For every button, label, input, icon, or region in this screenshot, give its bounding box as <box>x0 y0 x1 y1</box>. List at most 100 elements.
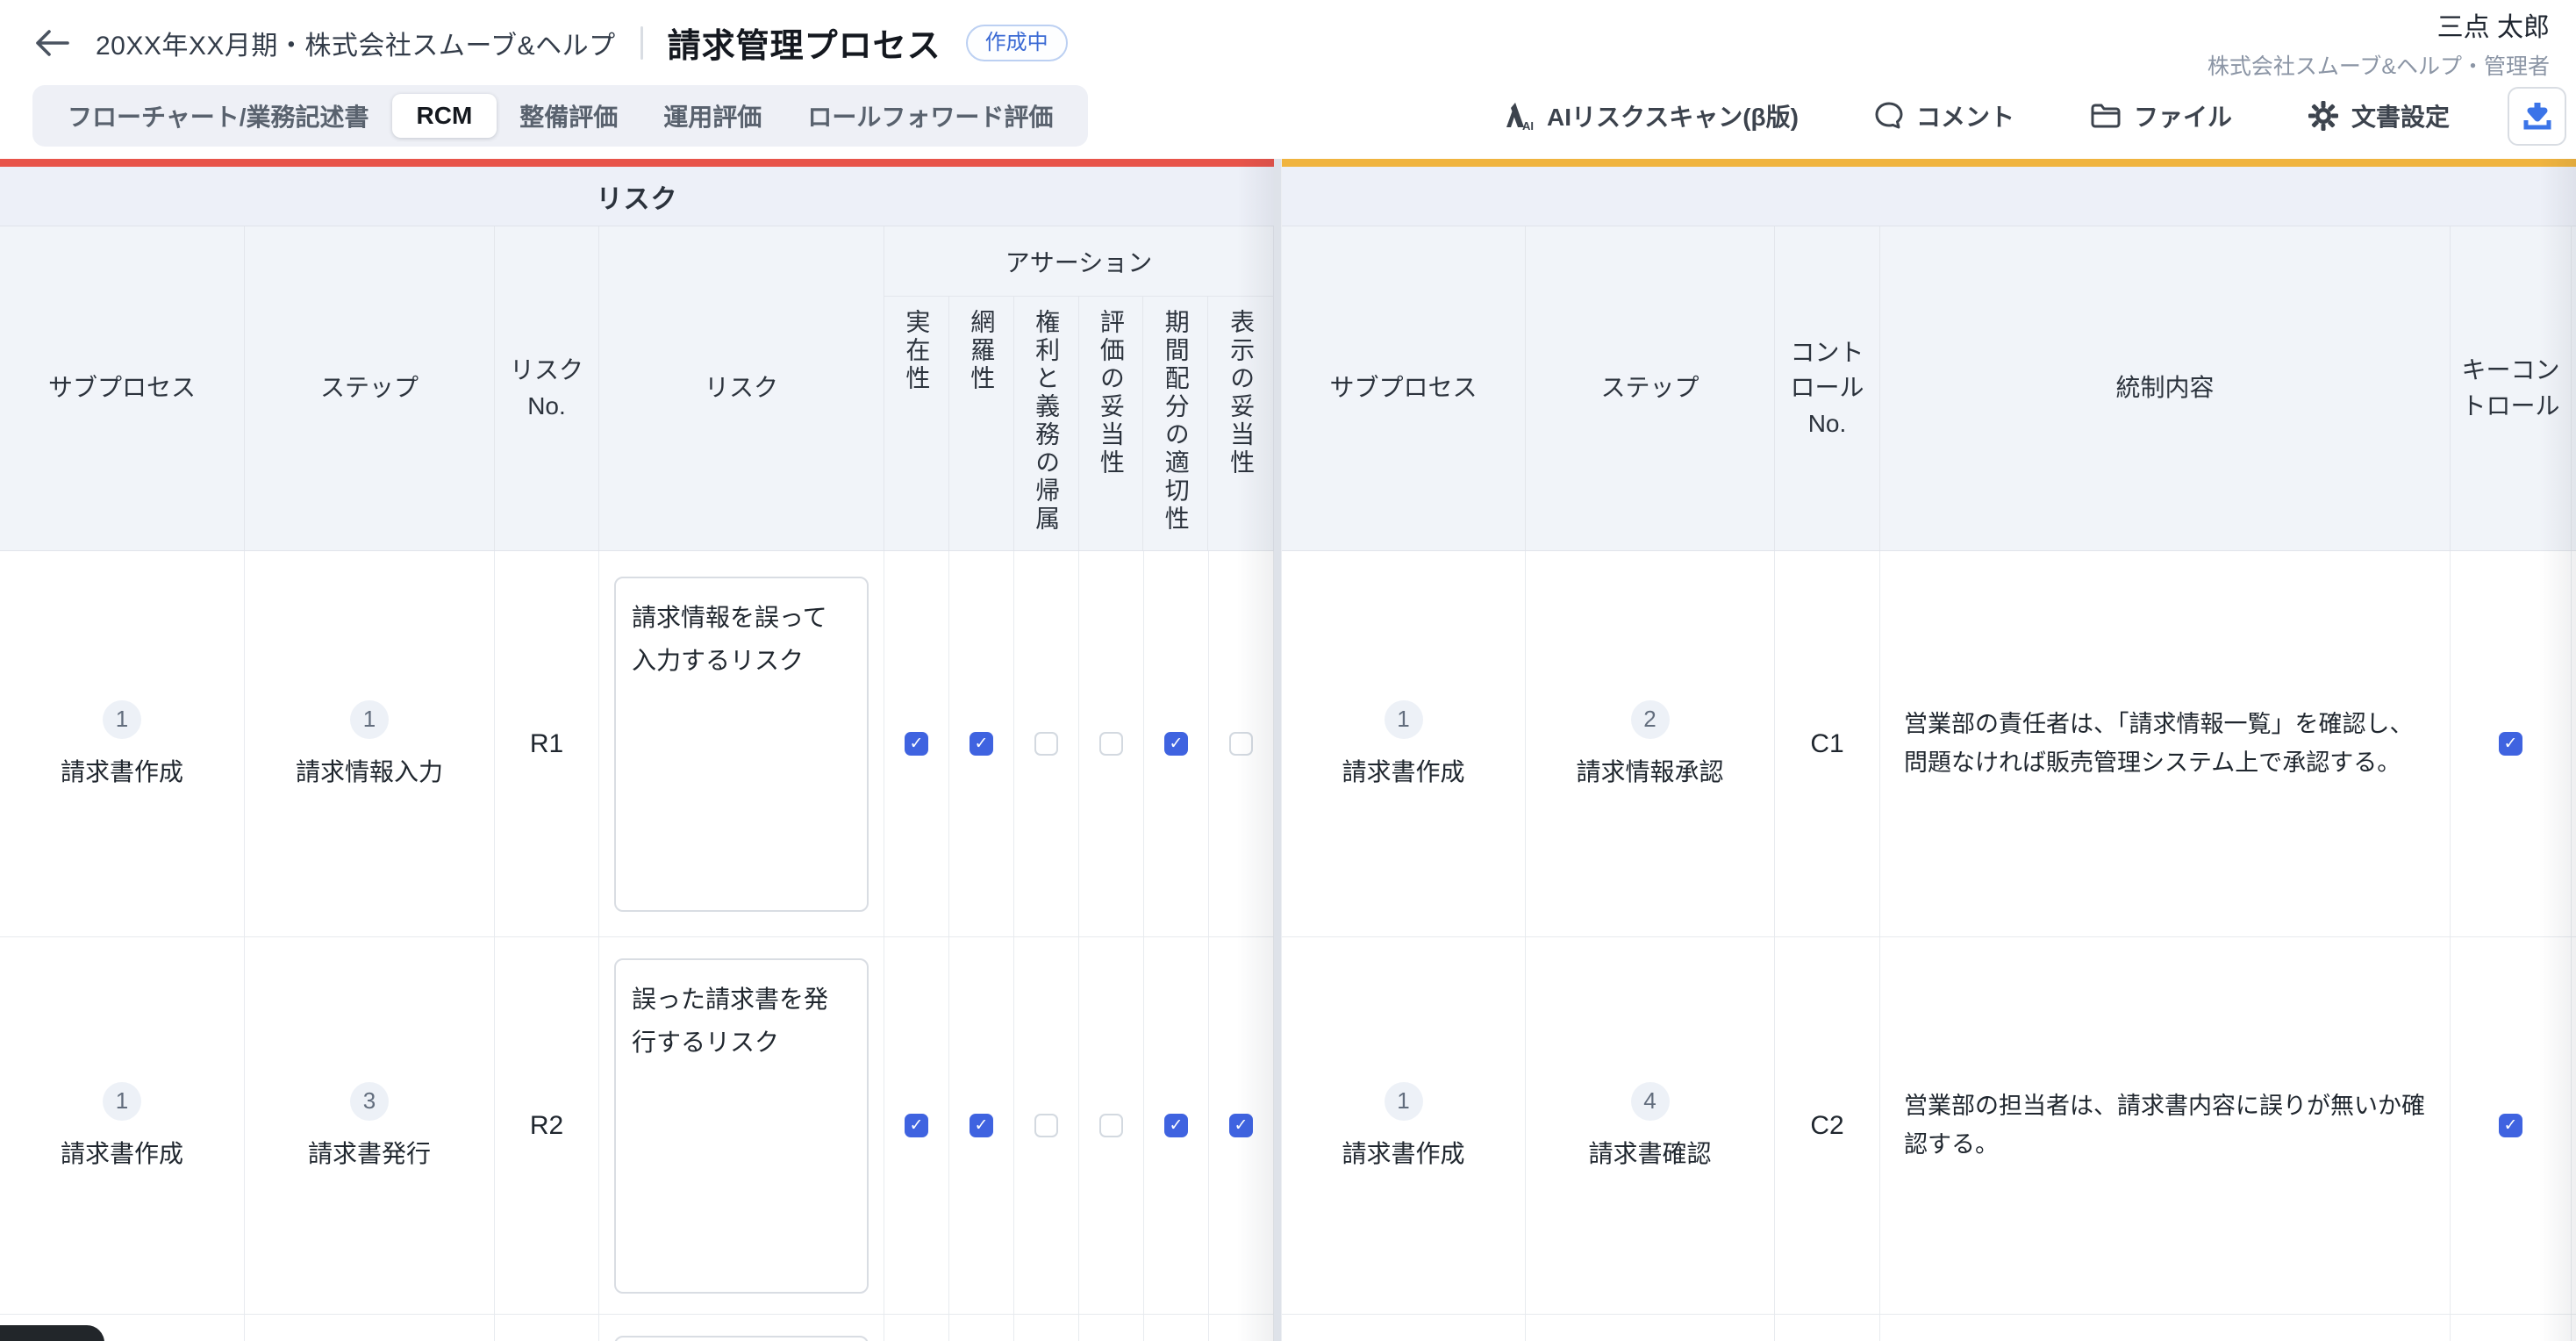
tab-bar: フローチャート/業務記述書 RCM 整備評価 運用評価 ロールフォワード評価 <box>32 85 1088 147</box>
risk-pane: リスク サブプロセス ステップ リスクNo. リスク アサーション 実在性 網羅… <box>0 159 1274 1341</box>
risk-text-input[interactable]: 請求情報を誤って入力するリスク <box>614 577 869 912</box>
comment-icon <box>1874 101 1904 131</box>
assertion-checkbox-rights-obligations[interactable]: ✓ <box>1034 732 1058 756</box>
header-assertion: アサーション <box>884 226 1273 297</box>
subprocess-number-badge: 1 <box>1385 1082 1423 1121</box>
header-subprocess: サブプロセス <box>1282 226 1526 550</box>
subprocess-label: 請求書作成 <box>1342 1135 1464 1170</box>
header-key-control: キーコントロール <box>2451 226 2572 550</box>
tab-rcm[interactable]: RCM <box>392 94 497 138</box>
risk-row: 1請求書作成 1請求情報入力 R1 請求情報を誤って入力するリスク ✓ ✓ ✓ … <box>0 551 1274 937</box>
header-risk: リスク <box>599 226 884 550</box>
file-button[interactable]: ファイル <box>2090 98 2232 133</box>
risk-group-header: リスク <box>0 167 1274 226</box>
header-assertion-existence: 実在性 <box>904 309 928 550</box>
pane-resize-divider[interactable] <box>1274 159 1281 1341</box>
download-icon <box>2521 99 2554 133</box>
top-header: 20XX年XX月期・株式会社スムーブ&ヘルプ 請求管理プロセス 作成中 三点 太… <box>0 0 2576 85</box>
header-assertion-valuation: 評価の妥当性 <box>1098 309 1123 550</box>
user-role: 株式会社スムーブ&ヘルプ・管理者 <box>2207 49 2550 81</box>
tab-flowchart[interactable]: フローチャート/業務記述書 <box>45 94 392 138</box>
ai-risk-scan-label: AIリスクスキャン(β版) <box>1547 98 1799 133</box>
assertion-checkbox-completeness[interactable]: ✓ <box>970 732 993 756</box>
tab-operation-eval[interactable]: 運用評価 <box>640 94 784 138</box>
svg-text:AI: AI <box>1522 119 1534 131</box>
key-control-checkbox[interactable]: ✓ <box>2499 1114 2522 1137</box>
document-settings-button[interactable]: 文書設定 <box>2308 98 2450 133</box>
gear-icon <box>2308 100 2339 132</box>
assertion-checkbox-completeness[interactable]: ✓ <box>970 1114 993 1137</box>
control-no: C1 <box>1810 729 1843 759</box>
header-assertion-rights-obligations: 権利と義務の帰属 <box>1034 309 1058 550</box>
title-separator <box>640 26 643 60</box>
header-subprocess: サブプロセス <box>0 226 245 550</box>
risk-text-input[interactable] <box>614 1336 869 1341</box>
control-row: 1請求書作成 2請求情報承認 C1 営業部の責任者は、「請求情報一覧」を確認し、… <box>1282 551 2576 937</box>
control-description: 営業部の担当者は、請求書内容に誤りが無いか確認する。 <box>1904 1087 2426 1164</box>
assertion-checkbox-existence[interactable]: ✓ <box>905 732 928 756</box>
header-risk-no: リスクNo. <box>495 226 599 550</box>
risk-no: R1 <box>530 729 563 759</box>
risk-color-bar <box>0 159 1274 167</box>
back-arrow-icon <box>34 29 69 57</box>
assertion-header-group: アサーション 実在性 網羅性 権利と義務の帰属 評価の妥当性 期間配分の適切性 … <box>884 226 1274 550</box>
ai-scan-icon: AI <box>1503 101 1535 131</box>
subprocess-label: 請求書作成 <box>61 753 183 788</box>
control-column-headers: サブプロセス ステップ コントロールNo. 統制内容 キーコントロール <box>1282 226 2576 551</box>
user-info: 三点 太郎 株式会社スムーブ&ヘルプ・管理者 <box>2207 5 2550 81</box>
download-button[interactable] <box>2508 87 2566 146</box>
comment-button[interactable]: コメント <box>1874 98 2014 133</box>
tab-toolbar-row: フローチャート/業務記述書 RCM 整備評価 運用評価 ロールフォワード評価 A… <box>0 85 2576 159</box>
page-title: 請求管理プロセス <box>668 18 941 67</box>
assertion-checkbox-rights-obligations[interactable]: ✓ <box>1034 1114 1058 1137</box>
risk-column-headers: サブプロセス ステップ リスクNo. リスク アサーション 実在性 網羅性 権利… <box>0 226 1274 551</box>
assertion-checkbox-cutoff[interactable]: ✓ <box>1164 1114 1188 1137</box>
subprocess-number-badge: 1 <box>103 1082 141 1121</box>
assertion-checkbox-valuation[interactable]: ✓ <box>1099 732 1123 756</box>
subprocess-label: 請求書作成 <box>61 1135 183 1170</box>
header-assertion-cutoff: 期間配分の適切性 <box>1163 309 1188 550</box>
user-name: 三点 太郎 <box>2207 5 2550 44</box>
step-number-badge: 4 <box>1631 1082 1670 1121</box>
step-number-badge: 3 <box>350 1082 389 1121</box>
step-label: 請求情報承認 <box>1576 753 1723 788</box>
tab-rollforward-eval[interactable]: ロールフォワード評価 <box>784 94 1076 138</box>
header-step: ステップ <box>245 226 495 550</box>
step-label: 請求書発行 <box>308 1135 431 1170</box>
assertion-checkbox-valuation[interactable]: ✓ <box>1099 1114 1123 1137</box>
tab-design-eval[interactable]: 整備評価 <box>497 94 640 138</box>
horizontal-scrollbar-thumb[interactable] <box>0 1325 104 1341</box>
risk-row: 1請求書作成 3請求書発行 R2 誤った請求書を発行するリスク ✓ ✓ ✓ ✓ … <box>0 937 1274 1315</box>
step-label: 請求情報入力 <box>296 753 443 788</box>
header-assertion-presentation: 表示の妥当性 <box>1228 309 1253 550</box>
folder-icon <box>2090 102 2122 130</box>
control-description: 営業部の責任者は、「請求情報一覧」を確認し、問題なければ販売管理システム上で承認… <box>1904 706 2426 782</box>
step-number-badge: 1 <box>350 700 389 739</box>
control-color-bar <box>1282 159 2576 167</box>
assertion-checkbox-cutoff[interactable]: ✓ <box>1164 732 1188 756</box>
breadcrumb: 20XX年XX月期・株式会社スムーブ&ヘルプ <box>96 24 616 62</box>
header-next-column-stub <box>2572 226 2576 550</box>
header-assertion-completeness: 網羅性 <box>969 309 993 550</box>
assertion-checkbox-presentation[interactable]: ✓ <box>1229 1114 1253 1137</box>
assertion-checkbox-existence[interactable]: ✓ <box>905 1114 928 1137</box>
risk-no: R2 <box>530 1111 563 1141</box>
ai-risk-scan-button[interactable]: AI AIリスクスキャン(β版) <box>1503 98 1799 133</box>
subprocess-label: 請求書作成 <box>1342 753 1464 788</box>
assertion-checkbox-presentation[interactable]: ✓ <box>1229 732 1253 756</box>
key-control-checkbox[interactable]: ✓ <box>2499 732 2522 756</box>
control-pane: サブプロセス ステップ コントロールNo. 統制内容 キーコントロール 1 請求書… <box>1281 159 2576 1341</box>
back-button[interactable] <box>32 24 71 62</box>
risk-row-partial <box>0 1315 1274 1341</box>
subprocess-number-badge: 1 <box>1385 700 1423 739</box>
header-control-desc: 統制内容 <box>1880 226 2451 550</box>
status-badge: 作成中 <box>966 25 1068 61</box>
file-label: ファイル <box>2134 98 2232 133</box>
rcm-table: リスク サブプロセス ステップ リスクNo. リスク アサーション 実在性 網羅… <box>0 159 2576 1341</box>
risk-text-input[interactable]: 誤った請求書を発行するリスク <box>614 958 869 1294</box>
assertion-subheaders: 実在性 網羅性 権利と義務の帰属 評価の妥当性 期間配分の適切性 表示の妥当性 <box>884 297 1273 550</box>
control-group-header <box>1282 167 2576 226</box>
comment-label: コメント <box>1916 98 2014 133</box>
toolbar: AI AIリスクスキャン(β版) コメント ファイル <box>1503 85 2566 147</box>
control-row: 1請求書作成 4請求書確認 C2 営業部の担当者は、請求書内容に誤りが無いか確認… <box>1282 937 2576 1315</box>
